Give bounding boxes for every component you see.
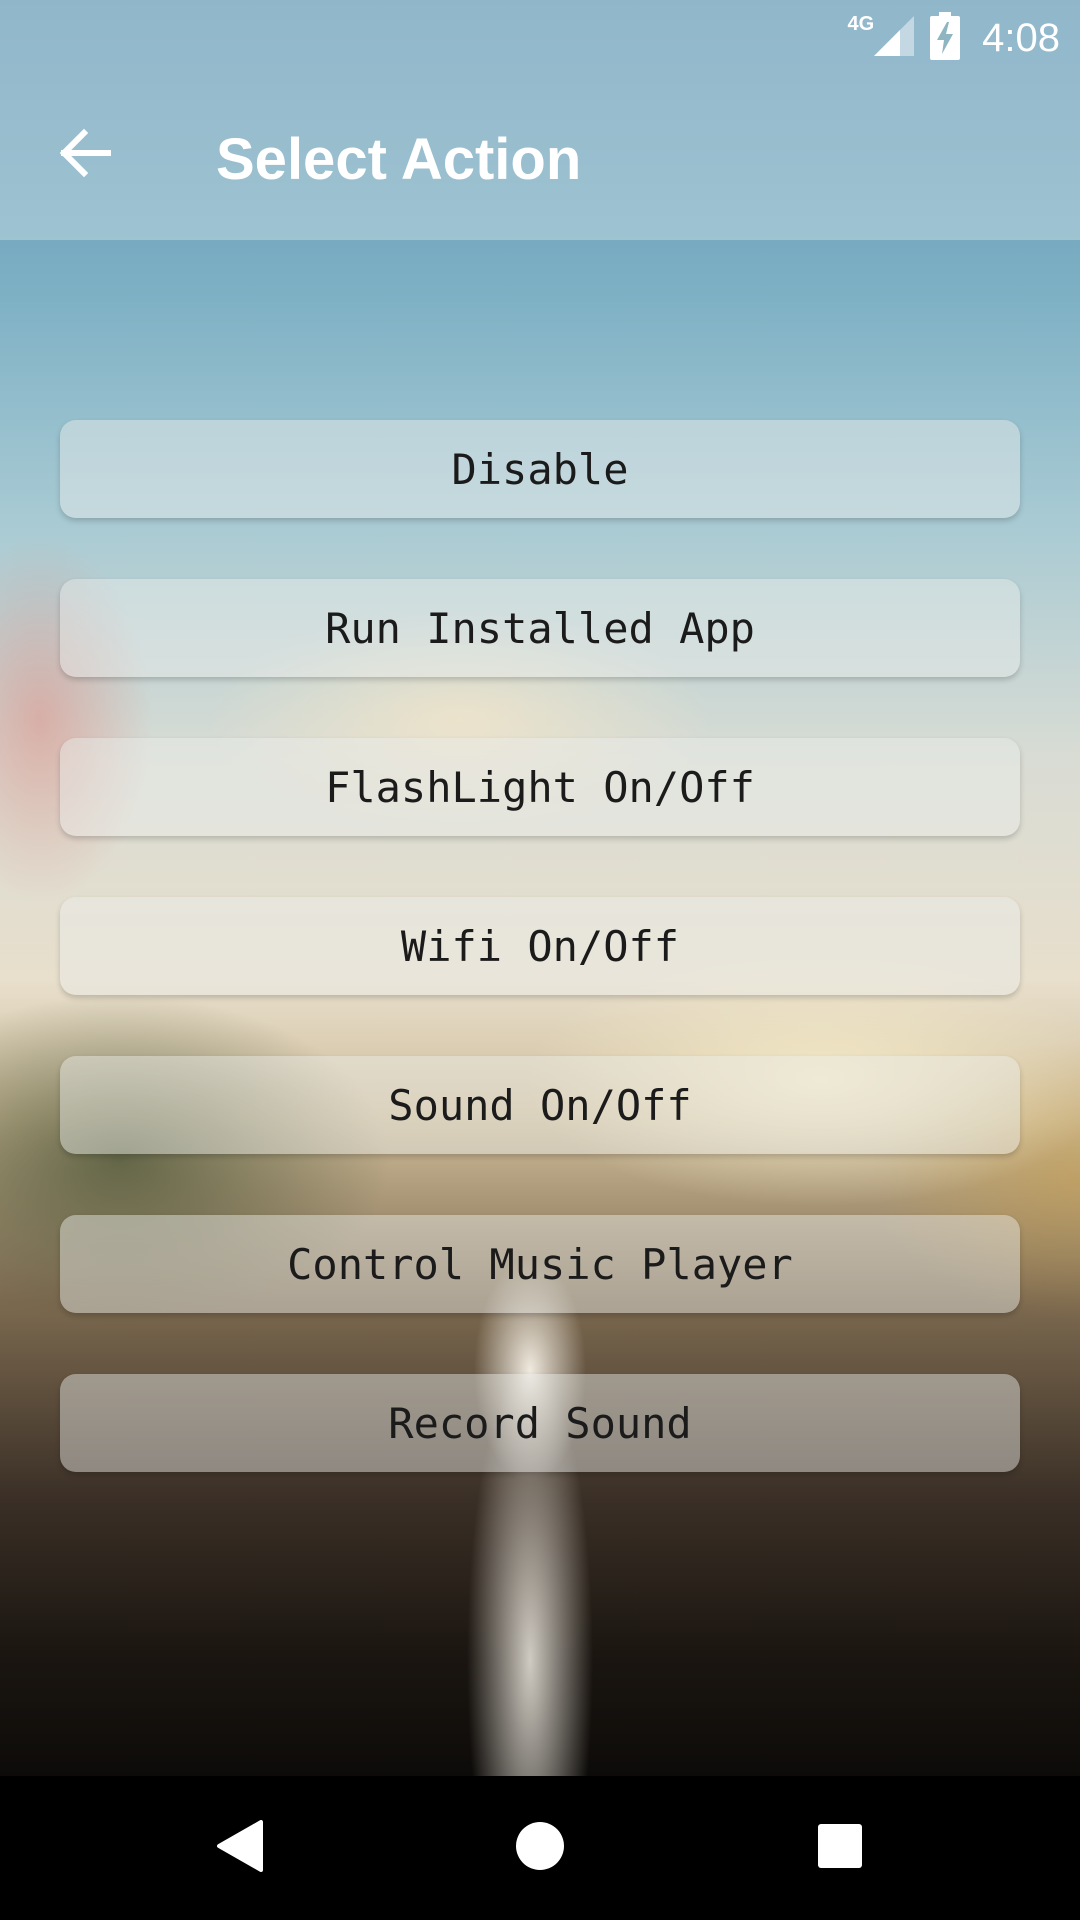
status-time: 4:08: [982, 15, 1060, 60]
control-music-player-button[interactable]: Control Music Player: [60, 1215, 1020, 1313]
arrow-left-icon: [58, 126, 112, 184]
back-triangle-icon: [215, 1820, 265, 1876]
network-type-label: 4G: [847, 12, 875, 35]
nav-home-button[interactable]: [490, 1798, 590, 1898]
back-button[interactable]: [40, 110, 130, 200]
flashlight-toggle-button[interactable]: FlashLight On/Off: [60, 738, 1020, 836]
home-circle-icon: [514, 1820, 566, 1876]
recents-square-icon: [817, 1823, 863, 1873]
record-sound-button[interactable]: Record Sound: [60, 1374, 1020, 1472]
status-bar: 4G 4:08: [0, 0, 1080, 75]
signal-icon: [872, 14, 916, 62]
battery-charging-icon: [930, 12, 961, 64]
screen: 4G 4:08 Select Action Disable Run Instal…: [0, 0, 1080, 1920]
nav-back-button[interactable]: [190, 1798, 290, 1898]
wifi-toggle-button[interactable]: Wifi On/Off: [60, 897, 1020, 995]
action-list: Disable Run Installed App FlashLight On/…: [60, 420, 1020, 1533]
sound-toggle-button[interactable]: Sound On/Off: [60, 1056, 1020, 1154]
nav-recents-button[interactable]: [790, 1798, 890, 1898]
navigation-bar: [0, 1776, 1080, 1920]
status-icons: 4G 4:08: [847, 10, 1060, 66]
run-installed-app-button[interactable]: Run Installed App: [60, 579, 1020, 677]
page-title: Select Action: [216, 127, 582, 192]
disable-button[interactable]: Disable: [60, 420, 1020, 518]
